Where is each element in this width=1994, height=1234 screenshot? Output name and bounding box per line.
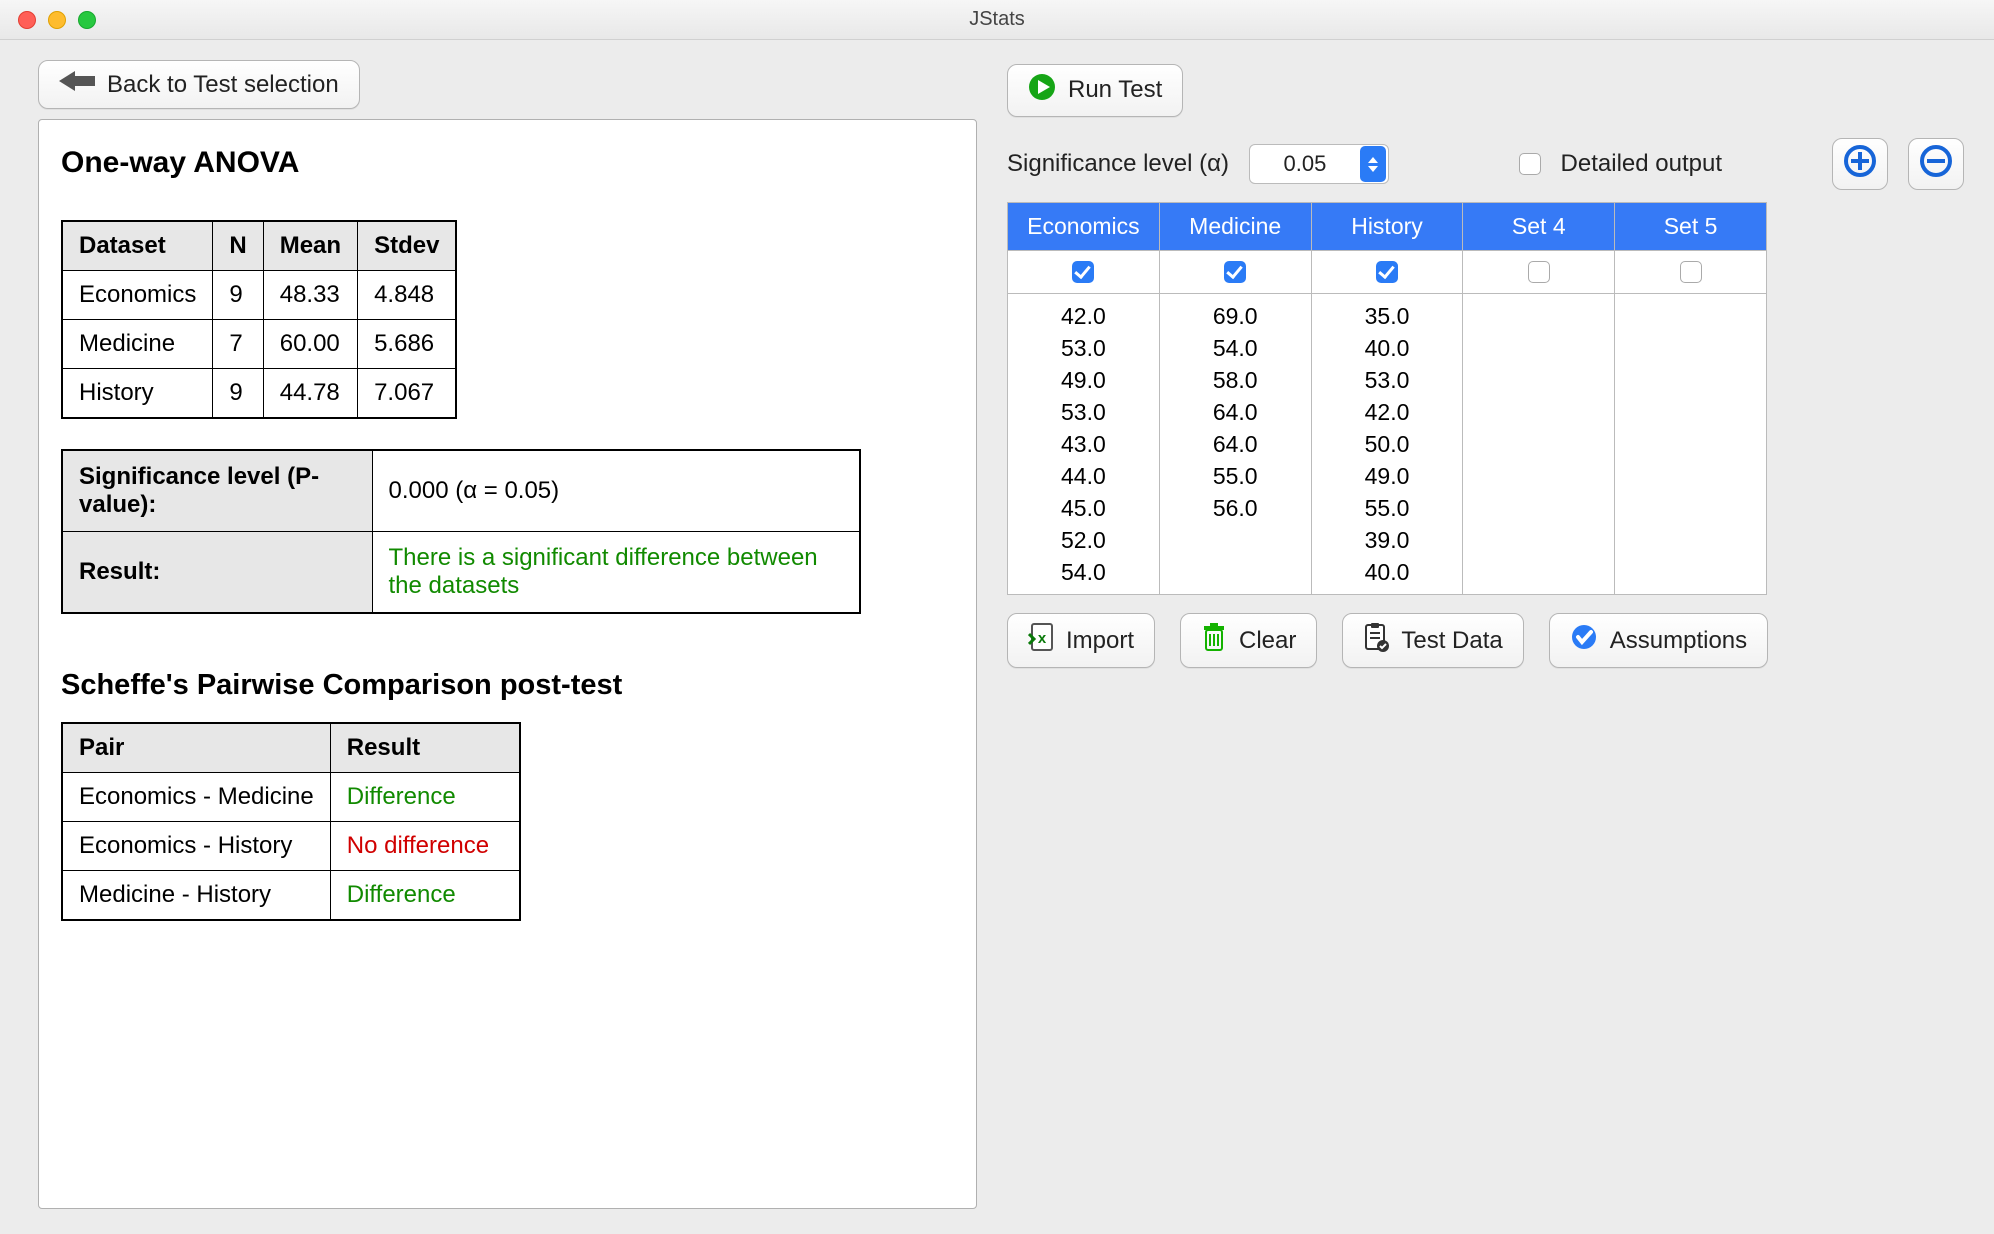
significance-label: Significance level (α) xyxy=(1007,150,1229,178)
play-icon xyxy=(1028,73,1056,108)
back-button[interactable]: Back to Test selection xyxy=(38,60,360,109)
anova-col-n: N xyxy=(213,221,263,271)
column-header[interactable]: History xyxy=(1312,202,1463,251)
result-label: Result: xyxy=(62,532,372,614)
pvalue-label: Significance level (P-value): xyxy=(62,450,372,532)
table-row: Economics - Medicine Difference xyxy=(62,773,520,822)
scheffe-table: Pair Result Economics - Medicine Differe… xyxy=(61,722,521,921)
scheffe-heading: Scheffe's Pairwise Comparison post-test xyxy=(61,669,954,702)
left-pane: Back to Test selection One-way ANOVA Dat… xyxy=(0,40,997,1234)
results-panel: One-way ANOVA Dataset N Mean Stdev Econo… xyxy=(38,119,977,1209)
detailed-output-label: Detailed output xyxy=(1561,150,1722,178)
anova-summary-table: Dataset N Mean Stdev Economics 9 48.33 4… xyxy=(61,220,457,419)
column-include-checkbox[interactable] xyxy=(1072,261,1094,283)
run-test-label: Run Test xyxy=(1068,76,1162,104)
significance-select[interactable]: 0.05 xyxy=(1249,144,1389,184)
column-data[interactable]: 42.053.049.053.043.044.045.052.054.0 xyxy=(1008,294,1159,595)
clear-button[interactable]: Clear xyxy=(1180,613,1317,668)
remove-column-button[interactable] xyxy=(1908,138,1964,190)
column-include-checkbox[interactable] xyxy=(1528,261,1550,283)
svg-text:x: x xyxy=(1038,630,1047,647)
column-data[interactable]: 69.054.058.064.064.055.056.0 xyxy=(1160,294,1311,595)
titlebar: JStats xyxy=(0,0,1994,40)
data-column: Economics 42.053.049.053.043.044.045.052… xyxy=(1007,202,1159,595)
column-header[interactable]: Set 5 xyxy=(1615,202,1766,251)
detailed-output-checkbox[interactable] xyxy=(1519,153,1541,175)
column-include-checkbox[interactable] xyxy=(1376,261,1398,283)
column-data[interactable] xyxy=(1615,294,1766,595)
data-column: Set 5 xyxy=(1614,202,1766,595)
column-include-checkbox[interactable] xyxy=(1224,261,1246,283)
back-arrow-icon xyxy=(59,69,95,100)
data-table: Economics 42.053.049.053.043.044.045.052… xyxy=(1007,202,1767,595)
data-column: History 35.040.053.042.050.049.055.039.0… xyxy=(1311,202,1463,595)
anova-col-mean: Mean xyxy=(263,221,357,271)
clipboard-check-icon xyxy=(1363,622,1389,659)
column-data[interactable]: 35.040.053.042.050.049.055.039.040.0 xyxy=(1312,294,1463,595)
right-pane: Run Test Significance level (α) 0.05 Det… xyxy=(997,40,1994,1234)
window-title: JStats xyxy=(0,8,1994,31)
data-column: Medicine 69.054.058.064.064.055.056.0 xyxy=(1159,202,1311,595)
column-include-checkbox[interactable] xyxy=(1680,261,1702,283)
import-button[interactable]: x Import xyxy=(1007,613,1155,668)
assumptions-button[interactable]: Assumptions xyxy=(1549,613,1768,668)
run-test-button[interactable]: Run Test xyxy=(1007,64,1183,117)
anova-result-table: Significance level (P-value): 0.000 (α =… xyxy=(61,449,861,614)
table-row: Economics 9 48.33 4.848 xyxy=(62,271,456,320)
table-row: Medicine - History Difference xyxy=(62,871,520,921)
table-row: Economics - History No difference xyxy=(62,822,520,871)
significance-value: 0.05 xyxy=(1250,151,1360,177)
column-header[interactable]: Set 4 xyxy=(1463,202,1614,251)
column-header[interactable]: Economics xyxy=(1008,202,1159,251)
dropdown-arrows-icon xyxy=(1360,146,1386,182)
anova-col-stdev: Stdev xyxy=(358,221,457,271)
table-row: History 9 44.78 7.067 xyxy=(62,369,456,419)
trash-icon xyxy=(1201,622,1227,659)
column-header[interactable]: Medicine xyxy=(1160,202,1311,251)
back-button-label: Back to Test selection xyxy=(107,71,339,99)
minus-icon xyxy=(1920,145,1952,184)
pvalue-value: 0.000 (α = 0.05) xyxy=(372,450,860,532)
excel-import-icon: x xyxy=(1028,622,1054,659)
table-row: Medicine 7 60.00 5.686 xyxy=(62,320,456,369)
plus-icon xyxy=(1844,145,1876,184)
anova-heading: One-way ANOVA xyxy=(61,146,954,180)
add-column-button[interactable] xyxy=(1832,138,1888,190)
anova-col-dataset: Dataset xyxy=(62,221,213,271)
column-data[interactable] xyxy=(1463,294,1614,595)
test-data-button[interactable]: Test Data xyxy=(1342,613,1523,668)
result-text: There is a significant difference betwee… xyxy=(372,532,860,614)
check-circle-icon xyxy=(1570,623,1598,658)
data-column: Set 4 xyxy=(1462,202,1614,595)
